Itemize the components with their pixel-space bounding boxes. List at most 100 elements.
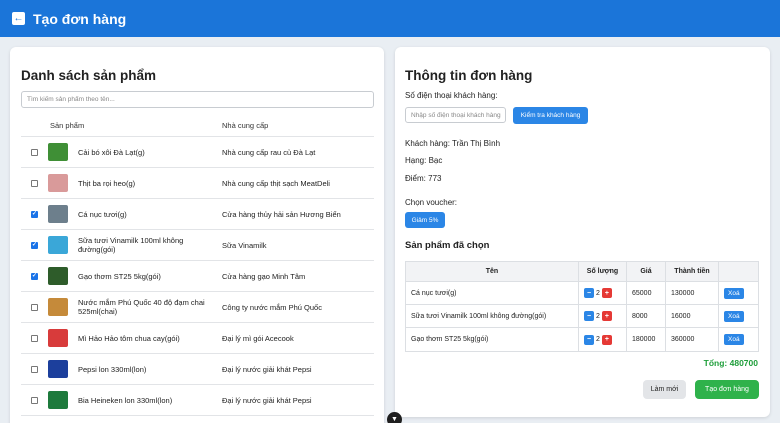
product-row[interactable]: Gạo thơm ST25 5kg(gói) Cửa hàng gạo Minh … — [21, 261, 374, 292]
item-name: Gạo thơm ST25 5kg(gói) — [406, 328, 579, 351]
product-checkbox[interactable] — [31, 272, 38, 280]
plus-icon[interactable]: + — [601, 334, 612, 345]
product-checkbox[interactable] — [31, 148, 38, 156]
voucher-label: Chọn voucher: — [405, 198, 458, 207]
product-table: Sản phẩm Nhà cung cấp Cải bó xôi Đà Lạt(… — [21, 115, 374, 416]
column-total: Thành tiền — [666, 262, 719, 281]
qty-stepper: −2 + — [579, 328, 627, 351]
product-checkbox[interactable] — [31, 179, 38, 187]
order-info-title: Thông tin đơn hàng — [405, 68, 533, 83]
product-supplier: Cửa hàng thủy hải sản Hương Biển — [222, 209, 341, 219]
product-supplier: Nhà cung cấp thịt sạch MeatDeli — [222, 178, 330, 188]
delete-item-button[interactable]: Xoá — [724, 287, 744, 299]
product-image — [48, 267, 68, 285]
product-supplier: Đại lý nước giải khát Pepsi — [222, 395, 312, 405]
item-qty: 2 — [596, 312, 600, 320]
product-row[interactable]: Sữa tươi Vinamilk 100ml không đường(gói)… — [21, 230, 374, 261]
column-action — [719, 262, 758, 281]
product-image — [48, 174, 68, 192]
voucher-button[interactable]: Giảm 5% — [405, 212, 445, 228]
product-search-input[interactable] — [21, 91, 374, 108]
product-checkbox[interactable] — [31, 303, 38, 311]
minus-icon[interactable]: − — [584, 311, 594, 321]
item-name: Cá nục tươi(g) — [406, 282, 579, 304]
item-price: 8000 — [627, 305, 666, 327]
reset-button[interactable]: Làm mới — [643, 380, 686, 399]
product-row[interactable]: Mì Hảo Hảo tôm chua cay(gói) Đại lý mì gó… — [21, 323, 374, 354]
product-image — [48, 143, 68, 161]
item-price: 65000 — [627, 282, 666, 304]
product-supplier: Nhà cung cấp rau củ Đà Lạt — [222, 147, 316, 157]
product-row[interactable]: Thịt ba rọi heo(g) Nhà cung cấp thịt sạch… — [21, 168, 374, 199]
product-table-header: Sản phẩm Nhà cung cấp — [21, 115, 374, 137]
product-image — [48, 298, 68, 316]
order-total: Tổng: 480700 — [704, 358, 758, 368]
product-image — [48, 360, 68, 378]
selected-product-row: Cá nục tươi(g) −2 +65000 130000 Xoá — [406, 282, 758, 305]
product-checkbox[interactable] — [31, 396, 38, 404]
product-checkbox[interactable] — [31, 365, 38, 373]
plus-icon[interactable]: + — [601, 311, 612, 321]
check-customer-button[interactable]: Kiểm tra khách hàng — [513, 107, 588, 124]
column-qty: Số lượng — [579, 262, 627, 281]
plus-icon[interactable]: + — [601, 288, 612, 298]
product-checkbox[interactable] — [31, 241, 38, 249]
product-image — [48, 205, 68, 223]
selected-products-table: Tên Số lượng Giá Thành tiền Cá nục tươi(… — [405, 261, 759, 352]
product-name: Sữa tươi Vinamilk 100ml không đường(gói) — [78, 236, 184, 254]
product-row[interactable]: Cá nục tươi(g) Cửa hàng thủy hải sản Hươn… — [21, 199, 374, 230]
product-list-panel: Danh sách sản phẩm Sản phẩm Nhà cung cấp… — [10, 47, 384, 423]
total-value: 480700 — [729, 358, 758, 368]
selected-product-row: Gạo thơm ST25 5kg(gói) −2 +180000 360000 Xoá — [406, 328, 758, 351]
phone-input[interactable] — [405, 107, 506, 123]
product-row[interactable]: Nước mắm Phú Quốc 40 độ đạm chai 525ml(c… — [21, 292, 374, 323]
product-name: Thịt ba rọi heo(g) — [78, 178, 136, 188]
item-price: 180000 — [627, 328, 666, 351]
product-image — [48, 391, 68, 409]
product-row[interactable]: Cải bó xôi Đà Lạt(g) Nhà cung cấp rau củ … — [21, 137, 374, 168]
total-label: Tổng: — [703, 358, 728, 368]
top-bar: ← Tạo đơn hàng — [0, 0, 780, 37]
minus-icon[interactable]: − — [584, 288, 594, 298]
product-row[interactable]: Pepsi lon 330ml(lon) Đại lý nước giải khá… — [21, 354, 374, 385]
customer-name: Khách hàng: Trần Thị Bình — [405, 139, 501, 148]
item-name: Sữa tươi Vinamilk 100ml không đường(gói) — [406, 305, 579, 327]
product-supplier: Công ty nước mắm Phú Quốc — [222, 302, 322, 312]
delete-item-button[interactable]: Xoá — [724, 334, 744, 345]
product-supplier: Cửa hàng gạo Minh Tâm — [222, 271, 306, 281]
item-qty: 2 — [596, 336, 600, 343]
selected-table-header: Tên Số lượng Giá Thành tiền — [406, 262, 758, 282]
customer-tier: Hạng: Bạc — [405, 156, 443, 165]
phone-label: Số điện thoại khách hàng: — [405, 91, 498, 100]
item-total: 130000 — [666, 282, 719, 304]
product-checkbox[interactable] — [31, 210, 38, 218]
qty-stepper: −2 + — [579, 282, 627, 304]
page-title: Tạo đơn hàng — [33, 10, 127, 27]
product-supplier: Đại lý mì gói Acecook — [222, 333, 294, 343]
item-qty: 2 — [596, 289, 600, 297]
column-supplier: Nhà cung cấp — [222, 121, 269, 130]
product-row[interactable]: Bia Heineken lon 330ml(lon) Đại lý nước g… — [21, 385, 374, 416]
product-name: Pepsi lon 330ml(lon) — [78, 364, 147, 374]
customer-points: Điểm: 773 — [405, 174, 442, 183]
column-name: Tên — [406, 262, 579, 281]
create-order-button[interactable]: Tạo đơn hàng — [695, 380, 759, 399]
product-name: Mì Hảo Hảo tôm chua cay(gói) — [78, 333, 180, 343]
product-checkbox[interactable] — [31, 334, 38, 342]
arrow-left-icon[interactable]: ← — [12, 12, 25, 25]
delete-item-button[interactable]: Xoá — [724, 310, 744, 322]
product-name: Gạo thơm ST25 5kg(gói) — [78, 271, 161, 281]
item-total: 360000 — [666, 328, 719, 351]
product-supplier: Đại lý nước giải khát Pepsi — [222, 364, 312, 374]
product-image — [48, 236, 68, 254]
selected-product-row: Sữa tươi Vinamilk 100ml không đường(gói)… — [406, 305, 758, 328]
product-list-title: Danh sách sản phẩm — [21, 68, 157, 83]
product-supplier: Sữa Vinamilk — [222, 240, 267, 250]
product-image — [48, 329, 68, 347]
column-product: Sản phẩm — [50, 121, 85, 130]
minus-icon[interactable]: − — [584, 334, 594, 345]
chevron-down-icon[interactable]: ▼ — [387, 412, 402, 423]
product-name: Nước mắm Phú Quốc 40 độ đạm chai 525ml(c… — [78, 298, 205, 316]
qty-stepper: −2 + — [579, 305, 627, 327]
product-name: Bia Heineken lon 330ml(lon) — [78, 395, 173, 405]
